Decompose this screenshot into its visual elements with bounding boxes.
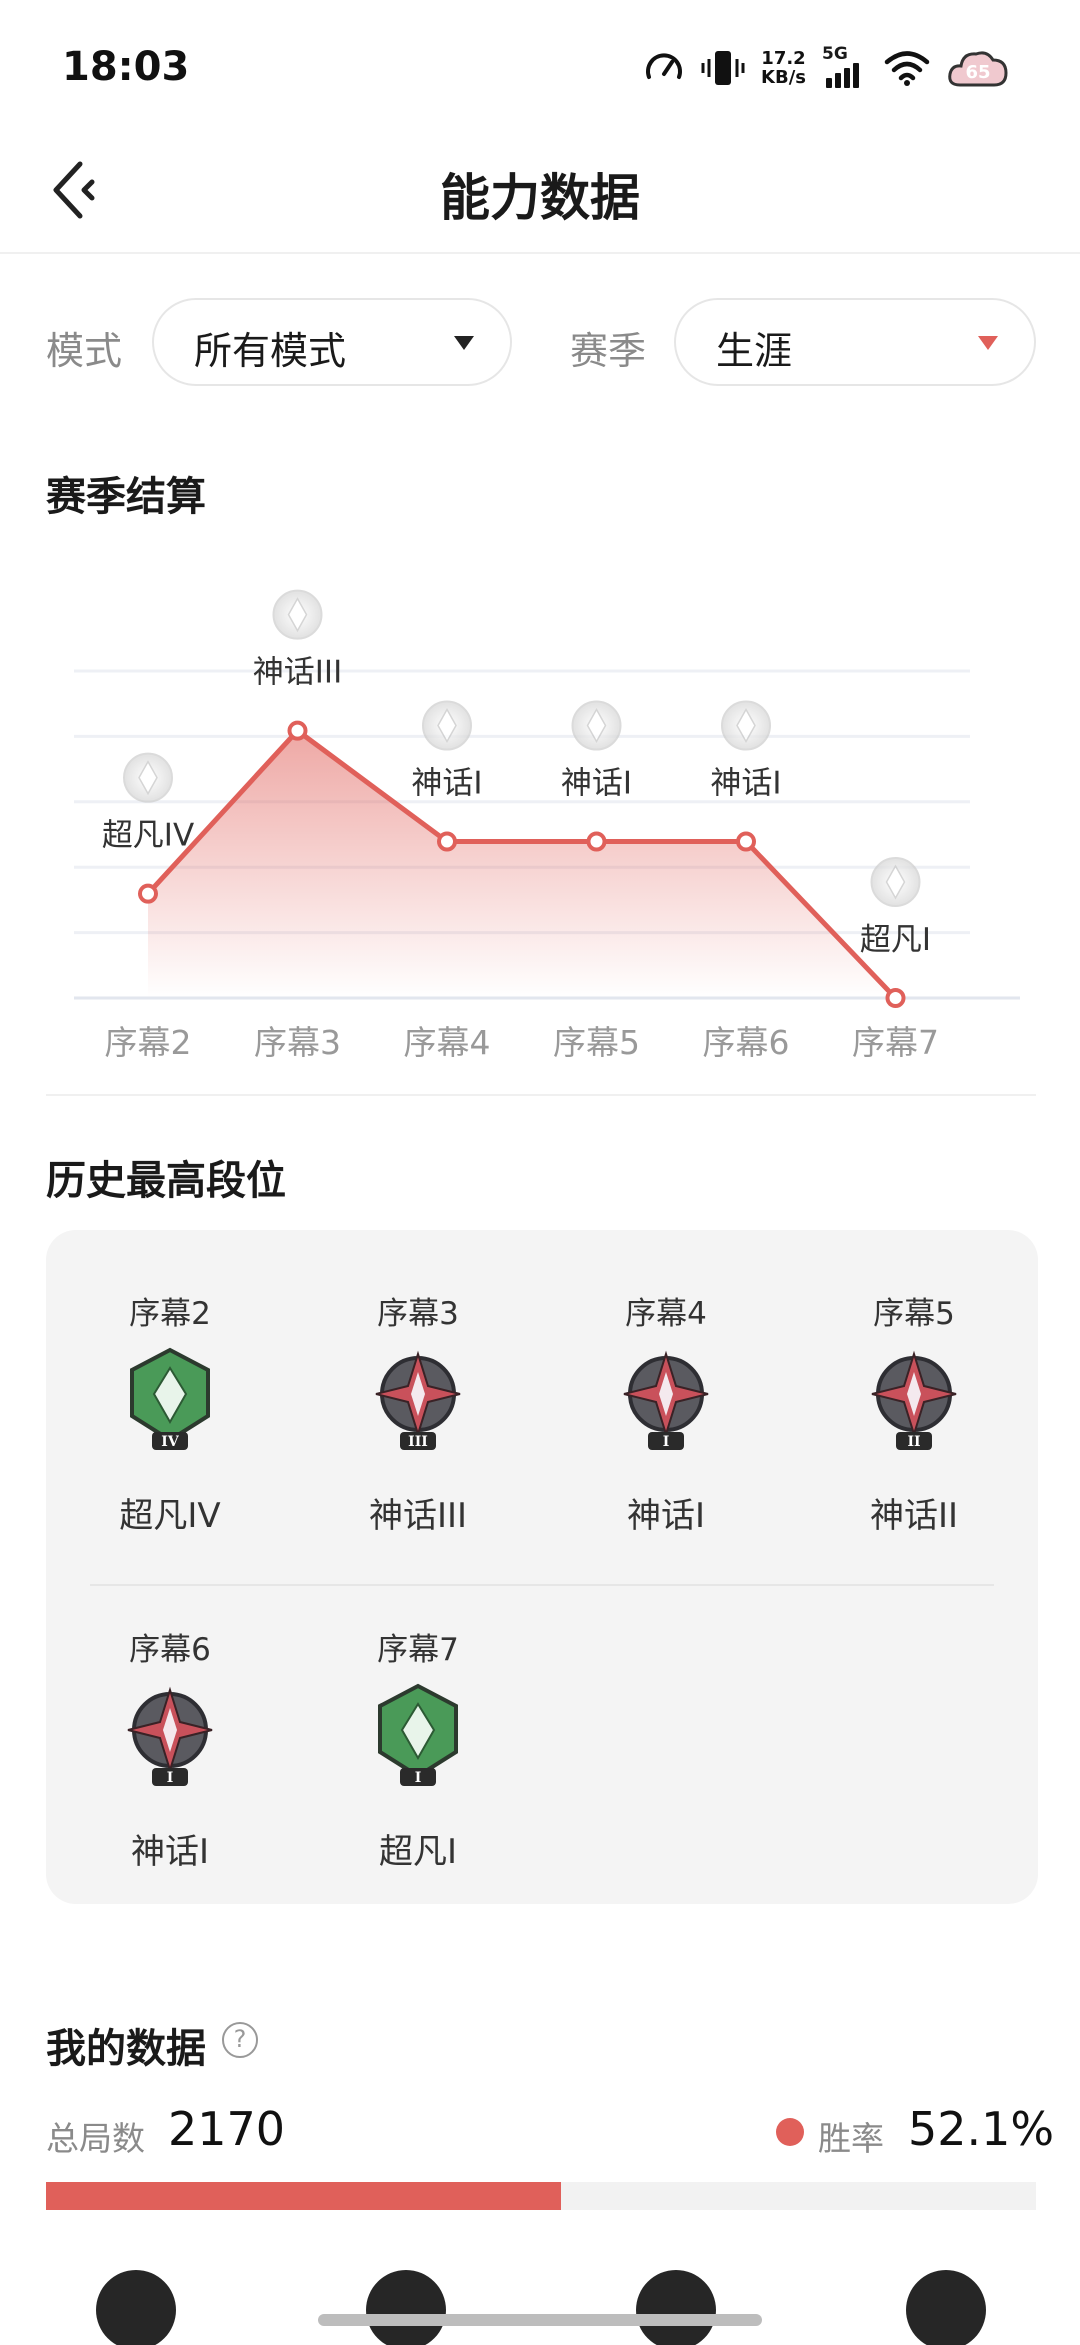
history-rank: 超凡IV (119, 1496, 221, 1536)
stat-icon-2[interactable] (366, 2270, 446, 2345)
history-title: 历史最高段位 (46, 1158, 286, 1204)
filter-row: 模式 所有模式 赛季 生涯 (46, 298, 1036, 386)
net-speed-unit: KB/s (761, 67, 806, 88)
history-item: 序幕6 I 神话I (46, 1624, 294, 1924)
chart-x-tick-label: 序幕5 (553, 1023, 640, 1062)
status-bar: 18:03 17.2 KB/s 5G 65 (0, 0, 1080, 130)
history-rank: 超凡I (378, 1832, 458, 1872)
speedometer-icon (646, 53, 683, 79)
win-rate-progress-track (46, 2182, 1036, 2210)
season-dropdown-arrow-icon (978, 336, 998, 350)
season-chart: 超凡IV 神话III 神话I 神话I 神话I 超凡I 序幕2 序幕3 序幕4 序幕5 序幕6 序幕7 (0, 520, 1080, 1080)
rank-gem-icon (422, 700, 472, 751)
svg-text:II: II (907, 1434, 920, 1450)
rank-badge-icon: I (120, 1682, 220, 1792)
history-card: 序幕2 IV 超凡IV 序幕3 III 神话III 序幕4 I 神话I 序幕5 II 神话II 序幕6 I… (46, 1230, 1038, 1904)
win-rate-value: 52.1% (908, 2102, 1055, 2156)
svg-text:I: I (415, 1770, 422, 1786)
rank-gem-icon (721, 700, 771, 751)
svg-text:IV: IV (161, 1434, 180, 1450)
stat-icon-1[interactable] (96, 2270, 176, 2345)
history-divider (90, 1584, 994, 1586)
total-games-value: 2170 (168, 2102, 286, 2156)
win-rate-progress-fill (46, 2182, 561, 2210)
history-rank: 神话II (869, 1496, 959, 1536)
chart-point-label: 超凡I (860, 922, 931, 958)
chart-point-label: 神话III (253, 655, 342, 691)
chart-point (437, 831, 457, 852)
season-chart-svg: 超凡IV 神话III 神话I 神话I 神话I 超凡I 序幕2 序幕3 序幕4 序幕5 序幕6 序幕7 (74, 589, 1020, 1062)
rank-badge-icon: I (368, 1682, 468, 1792)
history-season: 序幕7 (377, 1632, 459, 1668)
page-title: 能力数据 (440, 169, 640, 227)
history-item: 序幕5 II 神话II (790, 1288, 1038, 1588)
stat-icon-3[interactable] (636, 2270, 716, 2345)
cellular-signal-icon: 5G (822, 44, 868, 88)
avatar-text: 65 (965, 62, 990, 83)
svg-text:I: I (167, 1770, 174, 1786)
net-speed-value: 17.2 (761, 48, 806, 69)
app-header: 能力数据 (0, 130, 1080, 254)
my-data-title: 我的数据 (46, 2026, 206, 2072)
season-settlement-title: 赛季结算 (46, 474, 206, 520)
history-rank: 神话III (368, 1496, 468, 1536)
history-season: 序幕6 (129, 1632, 211, 1668)
vibrate-icon (701, 51, 745, 85)
rank-badge-icon: III (368, 1346, 468, 1456)
rank-gem-icon (272, 589, 323, 640)
chart-point-label: 神话I (411, 766, 482, 802)
chart-x-tick-label: 序幕7 (852, 1023, 939, 1062)
net-speed: 17.2 KB/s (761, 49, 806, 87)
history-rank: 神话I (130, 1832, 210, 1872)
rank-badge-icon: IV (120, 1346, 220, 1456)
svg-text:I: I (663, 1434, 670, 1450)
chart-x-tick-label: 序幕6 (703, 1023, 790, 1062)
chart-point (586, 831, 607, 852)
cloud-avatar-icon: 65 (948, 51, 1008, 87)
chart-divider (46, 1094, 1036, 1096)
chart-point (287, 720, 308, 741)
total-games-label: 总局数 (46, 2119, 145, 2158)
chart-x-tick-label: 序幕4 (404, 1023, 491, 1062)
rank-gem-icon (123, 752, 173, 803)
wifi-icon (884, 51, 930, 86)
history-season: 序幕4 (625, 1296, 707, 1332)
history-item: 序幕3 III 神话III (294, 1288, 542, 1588)
chart-x-tick-label: 序幕3 (254, 1023, 341, 1062)
season-label: 赛季 (570, 329, 647, 373)
chart-point-label: 神话I (561, 766, 632, 802)
chart-point-label: 神话I (710, 766, 781, 802)
history-season: 序幕5 (873, 1296, 955, 1332)
chart-point (736, 831, 756, 852)
rank-badge-icon: I (616, 1346, 716, 1456)
mode-dropdown-arrow-icon (454, 336, 474, 350)
history-season: 序幕2 (129, 1296, 211, 1332)
help-icon[interactable]: ? (222, 2022, 258, 2058)
win-rate-label: 胜率 (818, 2119, 884, 2158)
season-select[interactable]: 生涯 (674, 298, 1036, 386)
home-indicator[interactable] (318, 2314, 762, 2326)
mode-label: 模式 (46, 329, 123, 373)
rank-badge-icon: II (864, 1346, 964, 1456)
history-item: 序幕7 I 超凡I (294, 1624, 542, 1924)
win-rate-dot (776, 2118, 804, 2146)
history-season: 序幕3 (377, 1296, 459, 1332)
mode-value: 所有模式 (194, 329, 347, 373)
chart-point-label: 超凡IV (102, 818, 194, 854)
rank-gem-icon (571, 700, 622, 751)
svg-text:III: III (408, 1434, 428, 1450)
history-item: 序幕2 IV 超凡IV (46, 1288, 294, 1588)
network-type: 5G (822, 44, 848, 64)
chart-x-tick-label: 序幕2 (105, 1023, 192, 1062)
history-item: 序幕4 I 神话I (542, 1288, 790, 1588)
chart-point (885, 988, 906, 1008)
status-time: 18:03 (62, 44, 190, 90)
chart-point (138, 883, 158, 904)
rank-gem-icon (870, 857, 921, 907)
history-rank: 神话I (626, 1496, 706, 1536)
status-icons: 17.2 KB/s 5G 65 (643, 40, 1010, 96)
stat-icon-4[interactable] (906, 2270, 986, 2345)
mode-select[interactable]: 所有模式 (152, 298, 512, 386)
season-value: 生涯 (716, 329, 793, 373)
